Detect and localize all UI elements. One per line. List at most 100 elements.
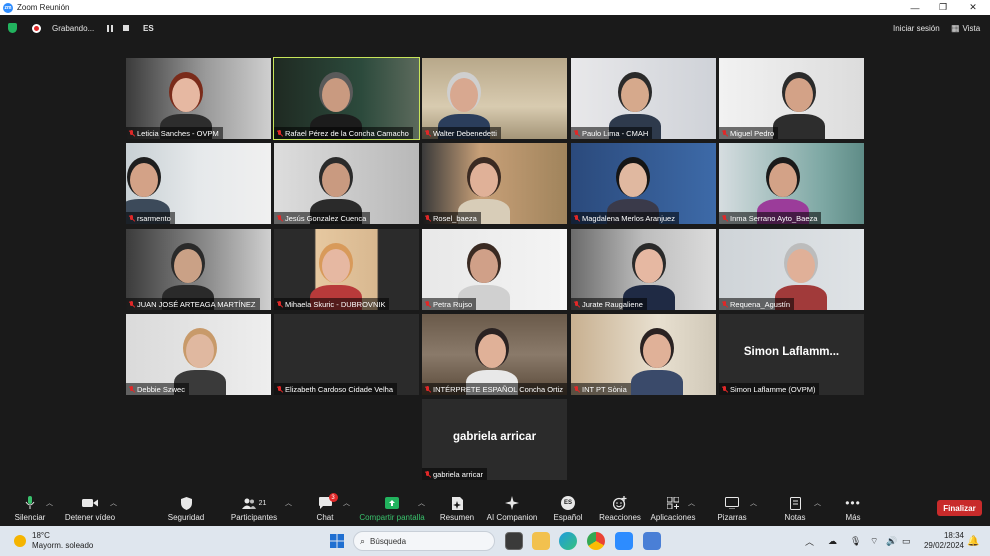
language-button[interactable]: ES Español (553, 490, 583, 526)
meeting-topbar: Grabando... ES Iniciar sesión ▦ Vista (0, 15, 990, 41)
participant-namebar: Jesús Gonzalez Cuenca (274, 212, 371, 224)
mute-button[interactable]: Silenciar (12, 490, 48, 526)
stop-recording-button[interactable] (123, 15, 129, 41)
participant-body (773, 114, 825, 139)
participant-name: Paulo Lima - CMAH (582, 128, 649, 138)
participant-namebar: Walter Debenedetti (422, 127, 501, 139)
clock[interactable]: 18:34 29/02/2024 (920, 526, 964, 556)
participant-tile[interactable]: INTÉRPRETE ESPAÑOL Concha Ortiz (422, 314, 567, 395)
summary-button[interactable]: Resumen (440, 490, 474, 526)
security-button[interactable]: Seguridad (166, 490, 206, 526)
file-explorer-icon[interactable] (532, 532, 550, 550)
view-button[interactable]: ▦ Vista (951, 15, 980, 41)
participant-tile[interactable]: Simon Laflamm... Simon Laflamme (OVPM) (719, 314, 864, 395)
notes-caret-icon[interactable]: ︿ (814, 498, 821, 508)
chat-caret-icon[interactable]: ︿ (343, 498, 350, 508)
mic-tray-icon[interactable]: 🎙 (850, 526, 861, 556)
search-icon: ⌕ (360, 535, 366, 546)
apps-caret-icon[interactable]: ︿ (688, 498, 695, 508)
notification-bell-icon[interactable]: 🔔 (967, 526, 979, 556)
participants-label: Participantes (230, 513, 278, 522)
wifi-icon[interactable]: ⌔ (870, 526, 878, 556)
participant-tile[interactable]: Miguel Pedro (719, 58, 864, 139)
participant-tile[interactable]: Leticia Sanches - OVPM (126, 58, 271, 139)
participant-namebar: Leticia Sanches - OVPM (126, 127, 223, 139)
start-button[interactable] (330, 526, 344, 556)
participant-tile[interactable]: Paulo Lima - CMAH (571, 58, 716, 139)
participant-namebar: Inma Serrano Ayto_Baeza (719, 212, 822, 224)
reactions-label: Reacciones (599, 513, 641, 522)
share-caret-icon[interactable]: ︿ (418, 498, 425, 508)
participant-tile[interactable]: JUAN JOSÉ ARTEAGA MARTÍNEZ (126, 229, 271, 310)
zoom-app-icon[interactable] (615, 532, 633, 550)
chat-bubble-icon: 3 (318, 493, 338, 510)
muted-mic-icon (129, 385, 134, 393)
weather-text: Mayorm. soleado (32, 541, 94, 550)
encryption-shield-icon[interactable] (8, 15, 17, 41)
taskbar-search-input[interactable]: ⌕ Búsqueda (353, 531, 495, 551)
whiteboards-label: Pizarras (717, 513, 747, 522)
summary-doc-icon (451, 496, 463, 510)
share-screen-button[interactable]: Compartir pantalla (358, 490, 426, 526)
audio-options-caret-icon[interactable]: ︿ (46, 498, 53, 508)
more-button[interactable]: ••• Más (842, 490, 864, 526)
whiteboards-button[interactable]: Pizarras (716, 490, 748, 526)
whiteboards-caret-icon[interactable]: ︿ (750, 498, 757, 508)
stop-video-button[interactable]: Detener vídeo (62, 490, 118, 526)
participant-tile[interactable]: Jurate Raugaliene (571, 229, 716, 310)
participant-tile[interactable]: Rafael Pérez de la Concha Camacho (273, 57, 420, 140)
participant-name: Jesús Gonzalez Cuenca (285, 213, 367, 223)
battery-icon[interactable]: ▭ (902, 526, 911, 556)
chat-button[interactable]: 3 Chat (314, 490, 338, 526)
participants-caret-icon[interactable]: ︿ (285, 498, 292, 508)
participant-tile[interactable]: Mihaela Skuric - DUBROVNIK (274, 229, 419, 310)
weather-widget[interactable]: 18°C Mayorm. soleado (14, 526, 93, 556)
recording-label: Grabando... (52, 23, 95, 33)
muted-mic-icon (425, 129, 430, 137)
participant-tile[interactable]: Requena_Agustín (719, 229, 864, 310)
temperature-text: 18°C (32, 531, 50, 540)
chrome-browser-icon[interactable] (587, 532, 605, 550)
volume-icon[interactable]: 🔊 (886, 526, 897, 556)
participant-tile[interactable]: Walter Debenedetti (422, 58, 567, 139)
participant-name: Elizabeth Cardoso Cidade Velha (285, 384, 393, 394)
participants-button[interactable]: 21 Participantes (230, 490, 278, 526)
recording-icon (32, 15, 41, 41)
participant-tile[interactable]: INT PT Sònia (571, 314, 716, 395)
end-meeting-button[interactable]: Finalizar (937, 500, 982, 516)
muted-mic-icon (129, 129, 134, 137)
participant-name: JUAN JOSÉ ARTEAGA MARTÍNEZ (137, 299, 256, 309)
video-options-caret-icon[interactable]: ︿ (110, 498, 117, 508)
cloud-icon[interactable]: ☁ (828, 526, 837, 556)
muted-mic-icon (722, 300, 727, 308)
apps-button[interactable]: Aplicaciones (650, 490, 696, 526)
participant-body (631, 370, 683, 395)
zoom-logo-icon: zm (3, 2, 13, 13)
minimize-button[interactable]: — (900, 0, 930, 15)
language-indicator[interactable]: ES (143, 15, 154, 41)
mute-label: Silenciar (14, 513, 46, 522)
task-view-icon[interactable] (505, 532, 523, 550)
participant-display-name: Simon Laflamm... (743, 346, 840, 358)
signin-button[interactable]: Iniciar sesión (893, 15, 940, 41)
reactions-button[interactable]: Reacciones (599, 490, 641, 526)
edge-browser-icon[interactable] (559, 532, 577, 550)
participant-tile[interactable]: Debbie Szwec (126, 314, 271, 395)
participant-tile[interactable]: Rosel_baeza (422, 143, 567, 224)
close-button[interactable]: ✕ (958, 0, 988, 15)
participant-tile[interactable]: Petra Rujso (422, 229, 567, 310)
participant-tile[interactable]: gabriela arricar gabriela arricar (422, 399, 567, 480)
ai-companion-button[interactable]: AI Companion (486, 490, 538, 526)
maximize-button[interactable]: ❐ (928, 0, 958, 15)
calculator-app-icon[interactable] (643, 532, 661, 550)
pause-recording-button[interactable] (107, 15, 113, 41)
participant-tile[interactable]: Magdalena Merlos Aranjuez (571, 143, 716, 224)
notes-button[interactable]: Notas (782, 490, 808, 526)
participant-name: gabriela arricar (433, 469, 484, 479)
participant-tile[interactable]: Inma Serrano Ayto_Baeza (719, 143, 864, 224)
participant-tile[interactable]: Jesús Gonzalez Cuenca (274, 143, 419, 224)
participant-name: Walter Debenedetti (433, 128, 497, 138)
system-tray-chevron-icon[interactable]: ︿ (805, 526, 814, 556)
participant-tile[interactable]: rsarmento (126, 143, 271, 224)
participant-tile[interactable]: Elizabeth Cardoso Cidade Velha (274, 314, 419, 395)
